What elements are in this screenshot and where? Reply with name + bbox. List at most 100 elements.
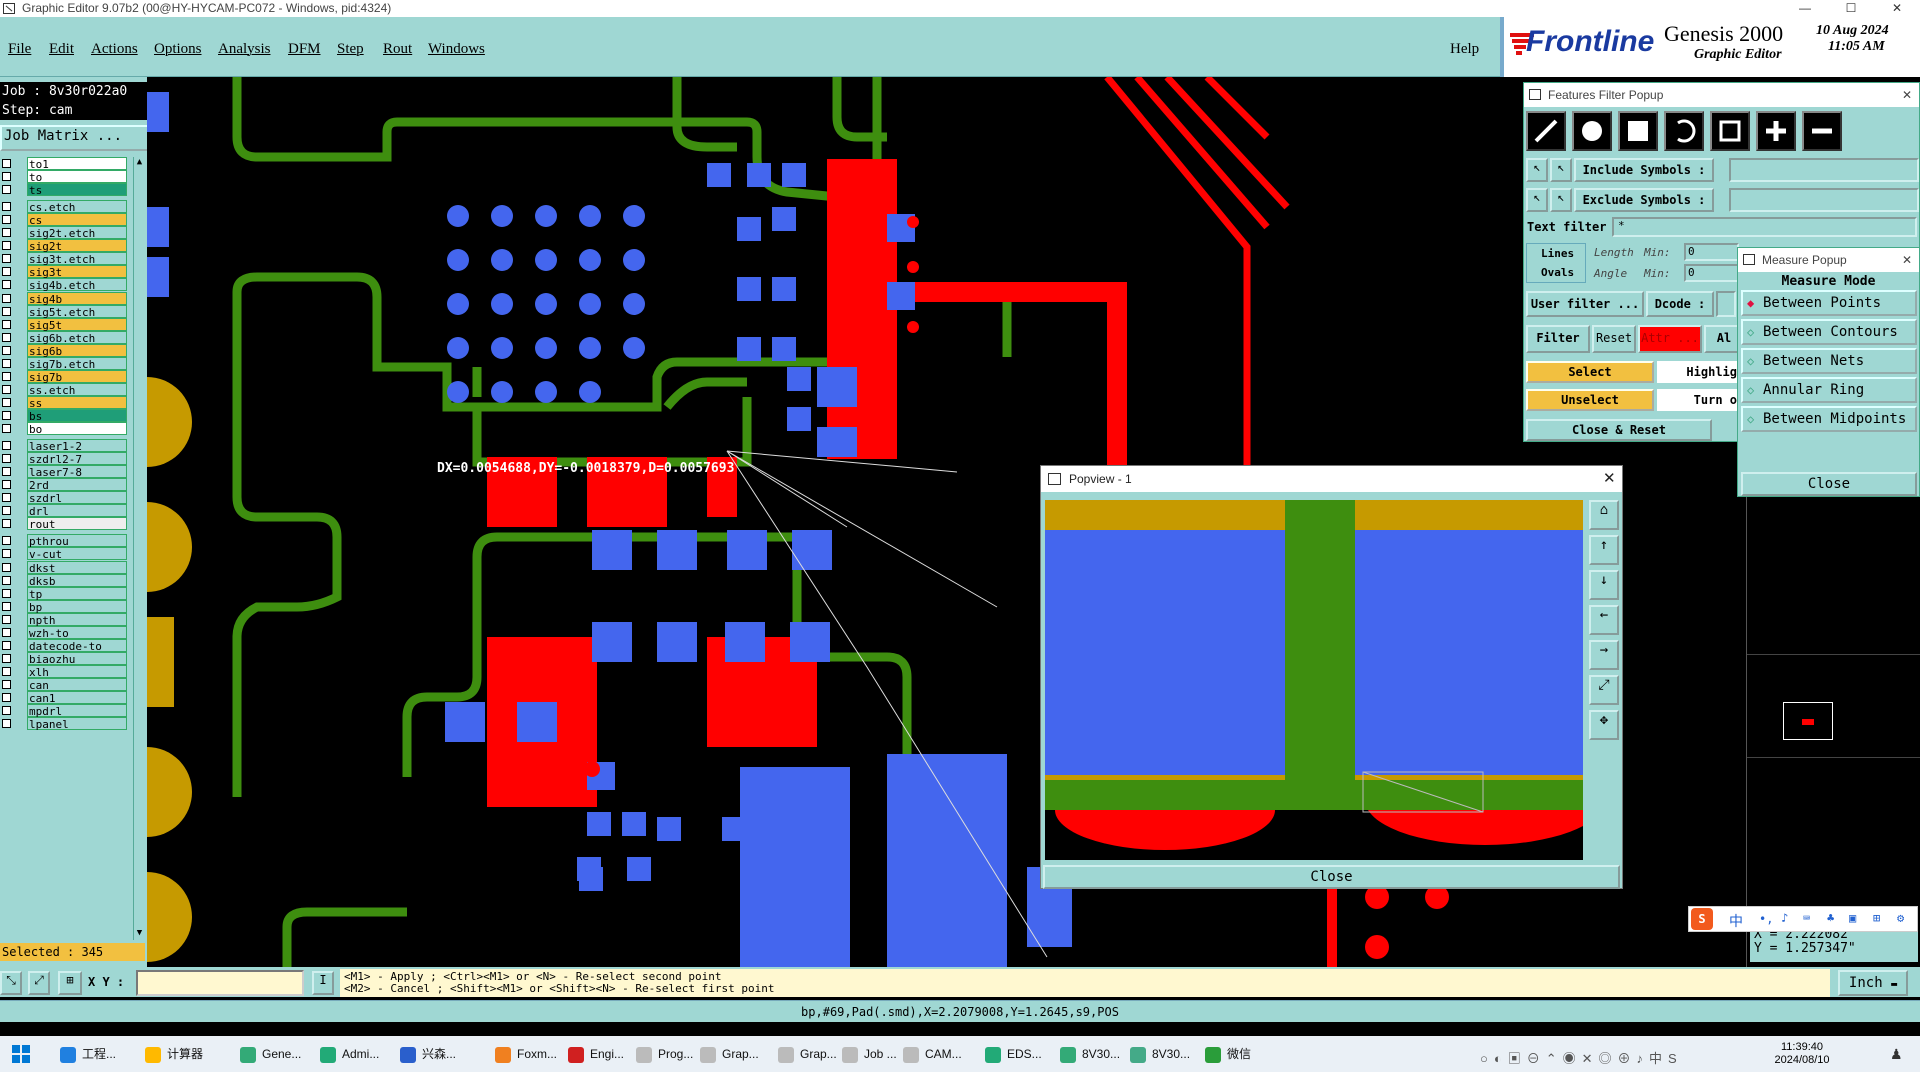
layer-row[interactable]: dksb xyxy=(0,573,145,588)
layer-checkbox[interactable] xyxy=(2,293,11,303)
layer-checkbox[interactable] xyxy=(2,254,11,264)
layer-name[interactable]: sig4b xyxy=(27,291,127,306)
layer-name[interactable]: npth xyxy=(27,612,127,627)
layer-checkbox[interactable] xyxy=(2,371,11,381)
taskbar-app[interactable]: EDS... xyxy=(985,1044,1042,1064)
layer-checkbox[interactable] xyxy=(2,424,11,433)
layer-checkbox[interactable] xyxy=(2,640,11,650)
include-symbols-input[interactable] xyxy=(1729,158,1919,182)
menu-windows[interactable]: Windows xyxy=(428,41,485,58)
length-checkbox[interactable]: Length xyxy=(1594,246,1634,259)
exclude-arrow2-icon[interactable]: ↖ xyxy=(1550,188,1572,212)
lines-checkbox[interactable]: Lines xyxy=(1541,247,1574,260)
layer-row[interactable]: dkst xyxy=(0,560,145,575)
layer-checkbox[interactable] xyxy=(2,536,11,546)
layer-checkbox[interactable] xyxy=(2,202,11,212)
close-window-button[interactable]: ✕ xyxy=(1874,0,1920,17)
line-type-icon[interactable] xyxy=(1526,111,1566,151)
layer-checkbox[interactable] xyxy=(2,454,11,464)
layer-checkbox[interactable] xyxy=(2,506,11,516)
layer-checkbox[interactable] xyxy=(2,480,11,490)
minimize-button[interactable]: — xyxy=(1782,0,1828,17)
layer-name[interactable]: tp xyxy=(27,586,127,601)
zoom-in-icon[interactable]: ✥ xyxy=(1589,710,1619,740)
layer-row[interactable]: bs xyxy=(0,408,145,423)
layer-row[interactable]: sig6b.etch xyxy=(0,330,145,345)
layer-name[interactable]: sig7b xyxy=(27,369,127,384)
between-midpoints-option[interactable]: ◇ Between Midpoints xyxy=(1741,406,1917,432)
taskbar-app[interactable]: Prog... xyxy=(636,1044,693,1064)
layer-name[interactable]: dkst xyxy=(27,560,127,575)
filter-toggle[interactable]: Filter xyxy=(1526,325,1590,353)
layer-checkbox[interactable] xyxy=(2,467,11,477)
tool-zoom-icon[interactable]: ⤢ xyxy=(28,971,50,995)
layer-row[interactable]: cs.etch xyxy=(0,200,145,214)
layer-checkbox[interactable] xyxy=(2,601,11,611)
layer-row[interactable]: sig2t xyxy=(0,239,145,253)
layer-name[interactable]: sig3t xyxy=(27,265,127,279)
attr-button[interactable]: Attr ... xyxy=(1638,325,1702,353)
menu-actions[interactable]: Actions xyxy=(91,41,138,58)
layer-checkbox[interactable] xyxy=(2,332,11,342)
layer-row[interactable]: drl xyxy=(0,504,145,518)
layer-row[interactable]: ss xyxy=(0,395,145,410)
dcode-input[interactable] xyxy=(1716,291,1736,317)
layer-row[interactable]: laser7-8 xyxy=(0,465,145,479)
start-button-icon[interactable] xyxy=(12,1045,30,1063)
popview-canvas[interactable] xyxy=(1045,500,1583,860)
arc-type-icon[interactable] xyxy=(1664,111,1704,151)
layer-name[interactable]: biaozhu xyxy=(27,651,127,666)
layer-row[interactable]: sig4b xyxy=(0,291,145,306)
include-arrow2-icon[interactable]: ↖ xyxy=(1550,158,1572,182)
taskbar-app[interactable]: CAM... xyxy=(903,1044,962,1064)
menu-dfm[interactable]: DFM xyxy=(288,41,321,58)
taskbar-app[interactable]: 兴森... xyxy=(400,1044,456,1064)
layer-row[interactable]: sig5t xyxy=(0,317,145,332)
layer-name[interactable]: cs xyxy=(27,213,127,227)
layer-row[interactable]: pthrou xyxy=(0,534,145,548)
layer-name[interactable]: drl xyxy=(27,504,127,518)
layer-scrollbar[interactable]: ▲ ▼ xyxy=(133,157,145,940)
layer-row[interactable]: biaozhu xyxy=(0,651,145,666)
layer-row[interactable]: cs xyxy=(0,213,145,227)
layer-row[interactable]: npth xyxy=(0,612,145,627)
layer-checkbox[interactable] xyxy=(2,172,11,182)
user-filter-button[interactable]: User filter ... xyxy=(1526,291,1644,317)
layer-name[interactable]: sig7b.etch xyxy=(27,356,127,371)
menu-step[interactable]: Step xyxy=(337,41,364,58)
layer-row[interactable]: bo xyxy=(0,422,145,436)
layer-name[interactable]: szdrl2-7 xyxy=(27,452,127,466)
layer-checkbox[interactable] xyxy=(2,306,11,316)
layer-row[interactable]: szdrl xyxy=(0,491,145,505)
menu-edit[interactable]: Edit xyxy=(49,41,74,58)
exclude-symbols-input[interactable] xyxy=(1729,188,1919,212)
layer-name[interactable]: v-cut xyxy=(27,547,127,561)
layer-name[interactable]: sig3t.etch xyxy=(27,252,127,266)
include-arrow-icon[interactable]: ↖ xyxy=(1526,158,1548,182)
menu-help[interactable]: Help xyxy=(1450,41,1479,58)
layer-checkbox[interactable] xyxy=(2,719,11,729)
layer-row[interactable]: to xyxy=(0,170,145,184)
layer-name[interactable]: cs.etch xyxy=(27,200,127,214)
close-reset-button[interactable]: Close & Reset xyxy=(1526,419,1712,441)
pan-down-icon[interactable]: ↓ xyxy=(1589,570,1619,600)
measure-close-button[interactable]: Close xyxy=(1741,472,1917,496)
taskbar-app[interactable]: Grap... xyxy=(778,1044,837,1064)
layer-name[interactable]: mpdrl xyxy=(27,704,127,718)
layer-name[interactable]: datecode-to xyxy=(27,638,127,653)
layer-name[interactable]: sig6b xyxy=(27,343,127,358)
layer-name[interactable]: bo xyxy=(27,422,127,436)
mic-icon[interactable]: ♪ xyxy=(1781,911,1788,925)
layer-checkbox[interactable] xyxy=(2,384,11,394)
layer-name[interactable]: to1 xyxy=(27,157,127,171)
between-contours-option[interactable]: ◇ Between Contours xyxy=(1741,319,1917,345)
annular-ring-option[interactable]: ◇ Annular Ring xyxy=(1741,377,1917,403)
zoom-home-icon[interactable]: ⌂ xyxy=(1589,500,1619,530)
layer-row[interactable]: sig7b xyxy=(0,369,145,384)
layer-checkbox[interactable] xyxy=(2,653,11,663)
job-matrix-button[interactable]: Job Matrix ... xyxy=(0,125,151,151)
ovals-checkbox[interactable]: Ovals xyxy=(1541,266,1574,279)
exclude-arrow-icon[interactable]: ↖ xyxy=(1526,188,1548,212)
layer-row[interactable]: sig7b.etch xyxy=(0,356,145,371)
menu-rout[interactable]: Rout xyxy=(383,41,412,58)
